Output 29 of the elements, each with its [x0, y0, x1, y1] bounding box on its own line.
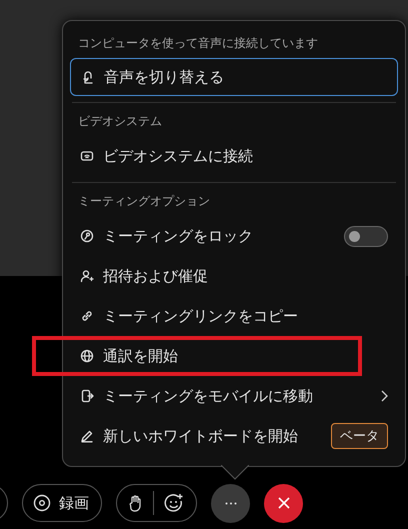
globe-icon [80, 349, 94, 363]
record-button[interactable]: 録画 [22, 484, 102, 522]
headset-icon [81, 70, 95, 84]
leave-button[interactable] [264, 484, 303, 522]
menu-item[interactable]: ミーティングリンクをコピー [70, 296, 398, 336]
menu-item[interactable]: ミーティングをロック [70, 216, 398, 256]
pencil-icon [80, 429, 94, 443]
person-add-icon [80, 269, 94, 283]
section-header: ビデオシステム [77, 113, 163, 130]
menu-item[interactable]: 音声を切り替える [70, 58, 398, 96]
menu-item[interactable]: 通訳を開始 [70, 336, 398, 376]
display-icon [80, 149, 94, 163]
toggle-switch[interactable] [344, 226, 388, 246]
menu-item[interactable]: ミーティングをモバイルに移動 [70, 376, 398, 416]
phone-icon [80, 389, 94, 403]
section-header: コンピュータを使って音声に接続しています [77, 35, 319, 52]
menu-item[interactable]: ビデオシステムに接続 [70, 136, 398, 176]
chevron-right-icon [381, 390, 388, 402]
link-icon [80, 309, 94, 323]
more-icon [224, 502, 236, 504]
beta-badge: ベータ [331, 423, 388, 449]
hand-icon [129, 494, 143, 512]
menu-item[interactable]: 招待および催促 [70, 256, 398, 296]
emoji-add-icon [164, 493, 184, 513]
menu-item[interactable]: 新しいホワイトボードを開始 ベータ [70, 416, 398, 456]
record-icon [33, 494, 51, 512]
key-icon [80, 229, 94, 243]
close-icon [278, 497, 290, 509]
section-header: ミーティングオプション [77, 193, 211, 210]
